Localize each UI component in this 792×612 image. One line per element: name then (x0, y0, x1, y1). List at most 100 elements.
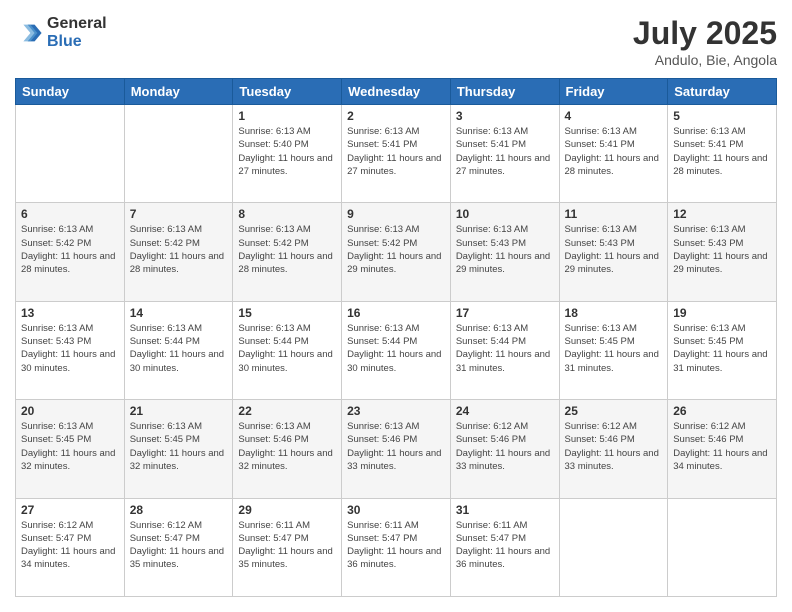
day-number: 31 (456, 503, 554, 517)
day-number: 3 (456, 109, 554, 123)
day-info: Sunrise: 6:13 AMSunset: 5:45 PMDaylight:… (21, 420, 119, 473)
day-info: Sunrise: 6:12 AMSunset: 5:46 PMDaylight:… (673, 420, 771, 473)
day-info: Sunrise: 6:13 AMSunset: 5:42 PMDaylight:… (238, 223, 336, 276)
calendar-cell: 17 Sunrise: 6:13 AMSunset: 5:44 PMDayligh… (450, 301, 559, 399)
calendar-cell (16, 105, 125, 203)
calendar-cell: 9Sunrise: 6:13 AMSunset: 5:42 PMDaylight… (342, 203, 451, 301)
calendar-cell: 16Sunrise: 6:13 AMSunset: 5:44 PMDayligh… (342, 301, 451, 399)
day-info: Sunrise: 6:12 AMSunset: 5:46 PMDaylight:… (456, 420, 554, 473)
day-number: 8 (238, 207, 336, 221)
day-number: 10 (456, 207, 554, 221)
day-info: Sunrise: 6:13 AMSunset: 5:43 PMDaylight:… (456, 223, 554, 276)
calendar-cell: 31 Sunrise: 6:11 AMSunset: 5:47 PMDayligh… (450, 498, 559, 596)
calendar-cell: 27 Sunrise: 6:12 AMSunset: 5:47 PMDayligh… (16, 498, 125, 596)
calendar-cell: 20Sunrise: 6:13 AMSunset: 5:45 PMDayligh… (16, 400, 125, 498)
day-number: 19 (673, 306, 771, 320)
day-info: Sunrise: 6:12 AMSunset: 5:47 PMDaylight:… (21, 519, 119, 572)
calendar-cell: 30Sunrise: 6:11 AMSunset: 5:47 PMDayligh… (342, 498, 451, 596)
day-info: Sunrise: 6:13 AMSunset: 5:43 PMDaylight:… (21, 322, 119, 375)
day-number: 28 (130, 503, 228, 517)
col-monday: Monday (124, 79, 233, 105)
day-number: 18 (565, 306, 663, 320)
col-saturday: Saturday (668, 79, 777, 105)
day-number: 17 (456, 306, 554, 320)
day-number: 29 (238, 503, 336, 517)
calendar-cell: 11 Sunrise: 6:13 AMSunset: 5:43 PMDayligh… (559, 203, 668, 301)
col-wednesday: Wednesday (342, 79, 451, 105)
calendar-cell: 28 Sunrise: 6:12 AMSunset: 5:47 PMDayligh… (124, 498, 233, 596)
day-info: Sunrise: 6:11 AMSunset: 5:47 PMDaylight:… (456, 519, 554, 572)
logo-text: General Blue (47, 15, 107, 50)
day-info: Sunrise: 6:13 AMSunset: 5:43 PMDaylight:… (565, 223, 663, 276)
calendar-cell: 21 Sunrise: 6:13 AMSunset: 5:45 PMDayligh… (124, 400, 233, 498)
calendar-cell: 6Sunrise: 6:13 AMSunset: 5:42 PMDaylight… (16, 203, 125, 301)
logo-icon (15, 19, 43, 47)
subtitle: Andulo, Bie, Angola (633, 52, 777, 68)
calendar-cell: 5 Sunrise: 6:13 AMSunset: 5:41 PMDaylight… (668, 105, 777, 203)
day-info: Sunrise: 6:13 AMSunset: 5:44 PMDaylight:… (130, 322, 228, 375)
calendar-cell: 13 Sunrise: 6:13 AMSunset: 5:43 PMDayligh… (16, 301, 125, 399)
day-number: 11 (565, 207, 663, 221)
logo-blue-text: Blue (47, 33, 107, 51)
calendar-cell: 22Sunrise: 6:13 AMSunset: 5:46 PMDayligh… (233, 400, 342, 498)
day-number: 7 (130, 207, 228, 221)
calendar-cell: 4 Sunrise: 6:13 AMSunset: 5:41 PMDaylight… (559, 105, 668, 203)
day-info: Sunrise: 6:12 AMSunset: 5:47 PMDaylight:… (130, 519, 228, 572)
col-thursday: Thursday (450, 79, 559, 105)
day-info: Sunrise: 6:13 AMSunset: 5:46 PMDaylight:… (347, 420, 445, 473)
logo: General Blue (15, 15, 107, 50)
day-info: Sunrise: 6:13 AMSunset: 5:40 PMDaylight:… (238, 125, 336, 178)
calendar-table: Sunday Monday Tuesday Wednesday Thursday… (15, 78, 777, 597)
day-number: 14 (130, 306, 228, 320)
day-info: Sunrise: 6:13 AMSunset: 5:41 PMDaylight:… (456, 125, 554, 178)
calendar-cell: 26Sunrise: 6:12 AMSunset: 5:46 PMDayligh… (668, 400, 777, 498)
day-info: Sunrise: 6:13 AMSunset: 5:44 PMDaylight:… (456, 322, 554, 375)
col-tuesday: Tuesday (233, 79, 342, 105)
calendar-cell: 14 Sunrise: 6:13 AMSunset: 5:44 PMDayligh… (124, 301, 233, 399)
calendar-cell: 29Sunrise: 6:11 AMSunset: 5:47 PMDayligh… (233, 498, 342, 596)
calendar-cell: 8 Sunrise: 6:13 AMSunset: 5:42 PMDaylight… (233, 203, 342, 301)
day-info: Sunrise: 6:13 AMSunset: 5:41 PMDaylight:… (565, 125, 663, 178)
calendar-cell: 7 Sunrise: 6:13 AMSunset: 5:42 PMDaylight… (124, 203, 233, 301)
page: General Blue July 2025 Andulo, Bie, Ango… (0, 0, 792, 612)
day-info: Sunrise: 6:13 AMSunset: 5:45 PMDaylight:… (565, 322, 663, 375)
day-number: 12 (673, 207, 771, 221)
calendar-cell: 19Sunrise: 6:13 AMSunset: 5:45 PMDayligh… (668, 301, 777, 399)
calendar-week-row: 13 Sunrise: 6:13 AMSunset: 5:43 PMDayligh… (16, 301, 777, 399)
logo-general-text: General (47, 15, 107, 33)
calendar-header-row: Sunday Monday Tuesday Wednesday Thursday… (16, 79, 777, 105)
calendar-cell: 15Sunrise: 6:13 AMSunset: 5:44 PMDayligh… (233, 301, 342, 399)
col-friday: Friday (559, 79, 668, 105)
day-info: Sunrise: 6:13 AMSunset: 5:41 PMDaylight:… (673, 125, 771, 178)
day-number: 5 (673, 109, 771, 123)
main-title: July 2025 (633, 15, 777, 52)
title-block: July 2025 Andulo, Bie, Angola (633, 15, 777, 68)
day-info: Sunrise: 6:13 AMSunset: 5:43 PMDaylight:… (673, 223, 771, 276)
calendar-cell: 24Sunrise: 6:12 AMSunset: 5:46 PMDayligh… (450, 400, 559, 498)
day-info: Sunrise: 6:13 AMSunset: 5:44 PMDaylight:… (238, 322, 336, 375)
day-number: 21 (130, 404, 228, 418)
day-info: Sunrise: 6:12 AMSunset: 5:46 PMDaylight:… (565, 420, 663, 473)
calendar-cell: 1Sunrise: 6:13 AMSunset: 5:40 PMDaylight… (233, 105, 342, 203)
day-number: 2 (347, 109, 445, 123)
day-info: Sunrise: 6:13 AMSunset: 5:42 PMDaylight:… (130, 223, 228, 276)
calendar-cell (559, 498, 668, 596)
day-info: Sunrise: 6:11 AMSunset: 5:47 PMDaylight:… (347, 519, 445, 572)
day-info: Sunrise: 6:13 AMSunset: 5:45 PMDaylight:… (130, 420, 228, 473)
calendar-cell: 25Sunrise: 6:12 AMSunset: 5:46 PMDayligh… (559, 400, 668, 498)
col-sunday: Sunday (16, 79, 125, 105)
calendar-week-row: 1Sunrise: 6:13 AMSunset: 5:40 PMDaylight… (16, 105, 777, 203)
day-number: 4 (565, 109, 663, 123)
day-number: 9 (347, 207, 445, 221)
day-number: 6 (21, 207, 119, 221)
day-number: 23 (347, 404, 445, 418)
day-number: 13 (21, 306, 119, 320)
day-number: 27 (21, 503, 119, 517)
calendar-cell: 10 Sunrise: 6:13 AMSunset: 5:43 PMDayligh… (450, 203, 559, 301)
calendar-cell (668, 498, 777, 596)
calendar-cell: 23 Sunrise: 6:13 AMSunset: 5:46 PMDayligh… (342, 400, 451, 498)
calendar-cell: 2Sunrise: 6:13 AMSunset: 5:41 PMDaylight… (342, 105, 451, 203)
calendar-cell: 12 Sunrise: 6:13 AMSunset: 5:43 PMDayligh… (668, 203, 777, 301)
day-number: 16 (347, 306, 445, 320)
calendar-cell (124, 105, 233, 203)
